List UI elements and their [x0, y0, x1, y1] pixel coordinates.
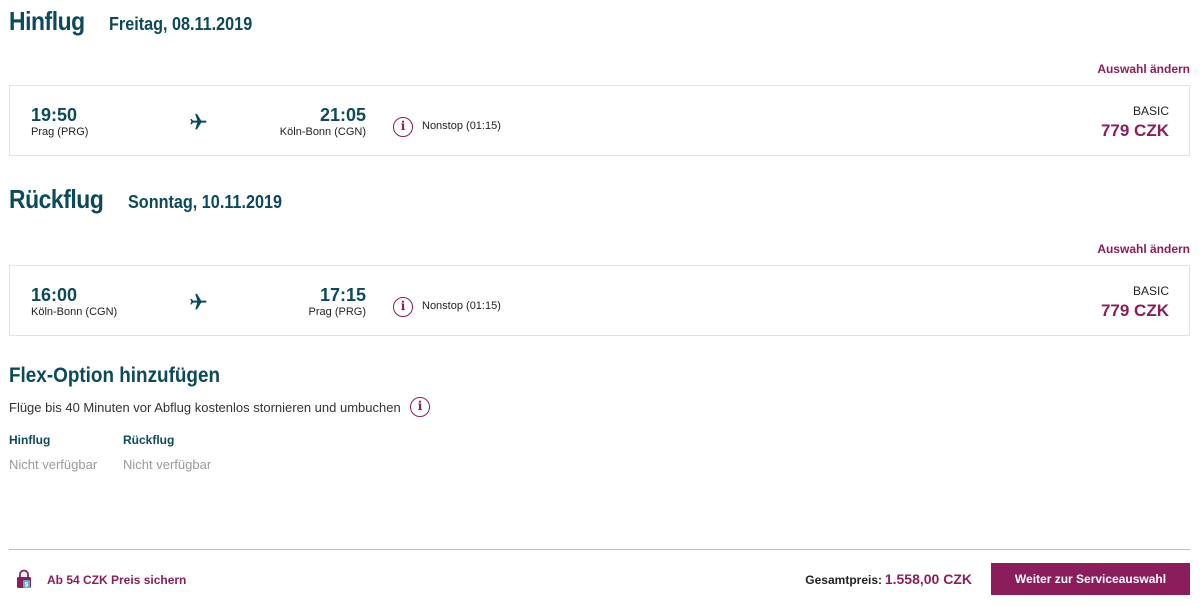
departure-city: Köln-Bonn (CGN) — [31, 306, 118, 318]
outbound-change-link[interactable]: Auswahl ändern — [1097, 62, 1190, 76]
flex-outbound-status: Nicht verfügbar — [9, 457, 98, 472]
fare-class: BASIC — [1132, 104, 1169, 118]
airplane-icon — [190, 113, 207, 130]
flex-option-description: Flüge bis 40 Minuten vor Abflug kostenlo… — [9, 400, 401, 415]
arrival-city: Köln-Bonn (CGN) — [279, 126, 366, 138]
departure-time: 19:50 — [31, 105, 78, 125]
info-icon[interactable]: i — [393, 117, 413, 137]
return-title: Rückflug — [9, 184, 104, 214]
arrival-time: 21:05 — [319, 105, 366, 125]
total-price-value: 1.558,00 CZK — [884, 571, 972, 587]
arrival-city: Prag (PRG) — [308, 306, 366, 318]
fare-price: 779 CZK — [1100, 121, 1169, 140]
return-date: Sonntag, 10.11.2019 — [128, 192, 283, 212]
fare-price: 779 CZK — [1100, 301, 1169, 320]
departure-city: Prag (PRG) — [31, 126, 89, 138]
price-lock-link[interactable]: Ab 54 CZK Preis sichern — [47, 573, 186, 587]
total-price-label: Gesamtpreis: — [805, 573, 882, 587]
return-header: Rückflug Sonntag, 10.11.2019 — [9, 184, 299, 215]
outbound-date: Freitag, 08.11.2019 — [109, 14, 253, 34]
flex-return-heading: Rückflug — [123, 433, 175, 447]
fare-class: BASIC — [1132, 284, 1169, 298]
outbound-title: Hinflug — [9, 6, 85, 36]
departure-time: 16:00 — [31, 285, 78, 305]
return-flight-card[interactable]: 16:00 Köln-Bonn (CGN) 17:15 Prag (PRG) i… — [9, 265, 1190, 336]
return-change-link[interactable]: Auswahl ändern — [1097, 242, 1190, 256]
stops-info: Nonstop (01:15) — [422, 300, 501, 312]
info-icon[interactable]: i — [410, 397, 430, 417]
airplane-icon — [190, 293, 207, 310]
flex-option-title: Flex-Option hinzufügen — [9, 364, 221, 387]
flex-return-status: Nicht verfügbar — [123, 457, 212, 472]
info-icon[interactable]: i — [393, 297, 413, 317]
outbound-header: Hinflug Freitag, 08.11.2019 — [9, 6, 268, 37]
outbound-flight-card[interactable]: 19:50 Prag (PRG) 21:05 Köln-Bonn (CGN) i… — [9, 85, 1190, 156]
arrival-time: 17:15 — [319, 285, 366, 305]
continue-button[interactable]: Weiter zur Serviceauswahl — [991, 563, 1190, 595]
price-lock-icon: $ — [17, 569, 31, 589]
flex-outbound-heading: Hinflug — [9, 433, 51, 447]
footer-divider — [9, 549, 1190, 550]
stops-info: Nonstop (01:15) — [422, 120, 501, 132]
